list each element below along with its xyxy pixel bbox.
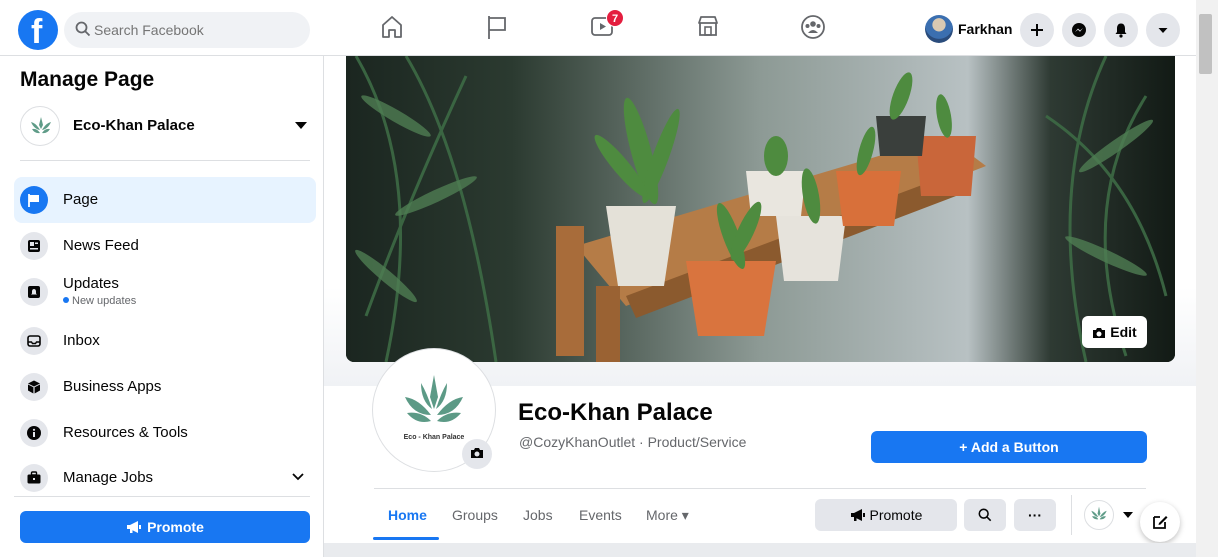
caret-down-icon bbox=[295, 122, 307, 129]
page-avatar bbox=[20, 106, 60, 146]
cover-photo[interactable] bbox=[346, 56, 1175, 362]
chevron-down-icon[interactable] bbox=[292, 473, 304, 481]
sidebar-item-updates[interactable]: Updates New updates bbox=[14, 269, 316, 315]
updates-icon bbox=[20, 278, 48, 306]
compose-icon bbox=[1153, 516, 1168, 529]
sidebar-item-label: Resources & Tools bbox=[63, 424, 188, 441]
create-button[interactable] bbox=[1020, 13, 1054, 47]
flag-icon[interactable] bbox=[486, 14, 508, 40]
caret-down-icon[interactable] bbox=[1122, 511, 1134, 519]
tab-groups[interactable]: Groups bbox=[452, 507, 498, 523]
sidebar-item-resources-tools[interactable]: Resources & Tools bbox=[14, 410, 316, 456]
page-title: Eco-Khan Palace bbox=[518, 399, 713, 426]
megaphone-icon bbox=[850, 509, 865, 521]
status-dot bbox=[63, 297, 69, 303]
divider bbox=[14, 496, 310, 497]
divider bbox=[374, 488, 1146, 489]
active-tab-indicator bbox=[373, 537, 439, 540]
search-icon bbox=[75, 21, 91, 37]
home-icon[interactable] bbox=[380, 14, 404, 40]
facebook-logo[interactable]: f bbox=[18, 10, 58, 51]
bell-icon bbox=[1115, 23, 1127, 38]
edit-cover-button[interactable]: Edit bbox=[1082, 316, 1147, 348]
edit-label: Edit bbox=[1110, 324, 1137, 340]
top-navigation-bar: f 7 Farkhan bbox=[0, 0, 1218, 56]
promote-button[interactable]: Promote bbox=[20, 511, 310, 543]
page-subtitle: @CozyKhanOutlet · Product/Service bbox=[519, 434, 747, 450]
briefcase-icon bbox=[20, 464, 48, 492]
promote-label: Promote bbox=[147, 519, 204, 535]
sidebar-item-label: News Feed bbox=[63, 237, 139, 254]
page-selector-name: Eco-Khan Palace bbox=[73, 117, 195, 134]
marketplace-icon[interactable] bbox=[696, 14, 720, 38]
sidebar-item-label: Page bbox=[63, 191, 99, 208]
avatar bbox=[925, 15, 953, 43]
facebook-logo-letter: f bbox=[31, 13, 43, 51]
new-message-button[interactable] bbox=[1140, 502, 1180, 542]
messenger-button[interactable] bbox=[1062, 13, 1096, 47]
updates-status: New updates bbox=[63, 295, 136, 307]
plus-icon bbox=[1031, 24, 1043, 36]
sidebar-item-label: Inbox bbox=[63, 332, 100, 349]
page-logo-text: Eco - Khan Palace bbox=[404, 434, 465, 441]
cube-icon bbox=[20, 373, 48, 401]
leaf-logo-icon bbox=[1091, 506, 1107, 520]
search-input[interactable] bbox=[94, 12, 294, 48]
scrollbar[interactable] bbox=[1196, 0, 1218, 557]
tab-jobs[interactable]: Jobs bbox=[523, 507, 553, 523]
search-page-button[interactable] bbox=[964, 499, 1006, 531]
search-icon bbox=[978, 508, 992, 522]
groups-icon[interactable] bbox=[800, 14, 826, 40]
account-menu-button[interactable] bbox=[1146, 13, 1180, 47]
info-icon bbox=[20, 419, 48, 447]
feed-area bbox=[324, 543, 1196, 557]
update-profile-picture-button[interactable] bbox=[462, 439, 492, 469]
camera-icon bbox=[471, 448, 483, 458]
page-selector[interactable]: Eco-Khan Palace bbox=[20, 104, 310, 148]
leaf-logo-icon bbox=[31, 117, 51, 134]
divider bbox=[1071, 495, 1072, 535]
sidebar-item-label: Updates bbox=[63, 275, 119, 292]
camera-icon bbox=[1093, 328, 1106, 338]
sidebar-item-business-apps[interactable]: Business Apps bbox=[14, 364, 316, 410]
sidebar-item-news-feed[interactable]: News Feed bbox=[14, 223, 316, 269]
manage-page-sidebar: Manage Page Eco-Khan Palace Page News Fe… bbox=[0, 56, 324, 557]
more-options-button[interactable]: ··· bbox=[1014, 499, 1056, 531]
tab-events[interactable]: Events bbox=[579, 507, 622, 523]
newsfeed-icon bbox=[20, 232, 48, 260]
updates-status-text: New updates bbox=[72, 295, 137, 307]
cover-plants-image bbox=[346, 56, 1175, 362]
divider bbox=[20, 160, 310, 161]
flag-icon bbox=[20, 186, 48, 214]
search-box[interactable] bbox=[64, 12, 310, 48]
tab-home[interactable]: Home bbox=[388, 507, 427, 523]
promote-label: Promote bbox=[869, 507, 923, 523]
notifications-button[interactable] bbox=[1104, 13, 1138, 47]
sidebar-item-inbox[interactable]: Inbox bbox=[14, 318, 316, 364]
add-a-button[interactable]: + Add a Button bbox=[871, 431, 1147, 463]
megaphone-icon bbox=[127, 521, 142, 533]
sidebar-item-label: Business Apps bbox=[63, 378, 162, 395]
messenger-icon bbox=[1072, 23, 1086, 37]
sidebar-item-page[interactable]: Page bbox=[14, 177, 316, 223]
scrollbar-thumb[interactable] bbox=[1199, 14, 1212, 74]
page-avatar[interactable] bbox=[1084, 500, 1114, 530]
inbox-icon bbox=[20, 327, 48, 355]
caret-down-icon bbox=[1158, 28, 1168, 33]
sidebar-item-label: Manage Jobs bbox=[63, 469, 154, 486]
sidebar-title: Manage Page bbox=[20, 68, 155, 91]
notification-badge: 7 bbox=[606, 9, 624, 27]
tab-more[interactable]: More ▾ bbox=[646, 507, 689, 524]
profile-name: Farkhan bbox=[958, 21, 1013, 37]
sidebar-item-manage-jobs[interactable]: Manage Jobs bbox=[14, 455, 316, 501]
promote-page-button[interactable]: Promote bbox=[815, 499, 957, 531]
